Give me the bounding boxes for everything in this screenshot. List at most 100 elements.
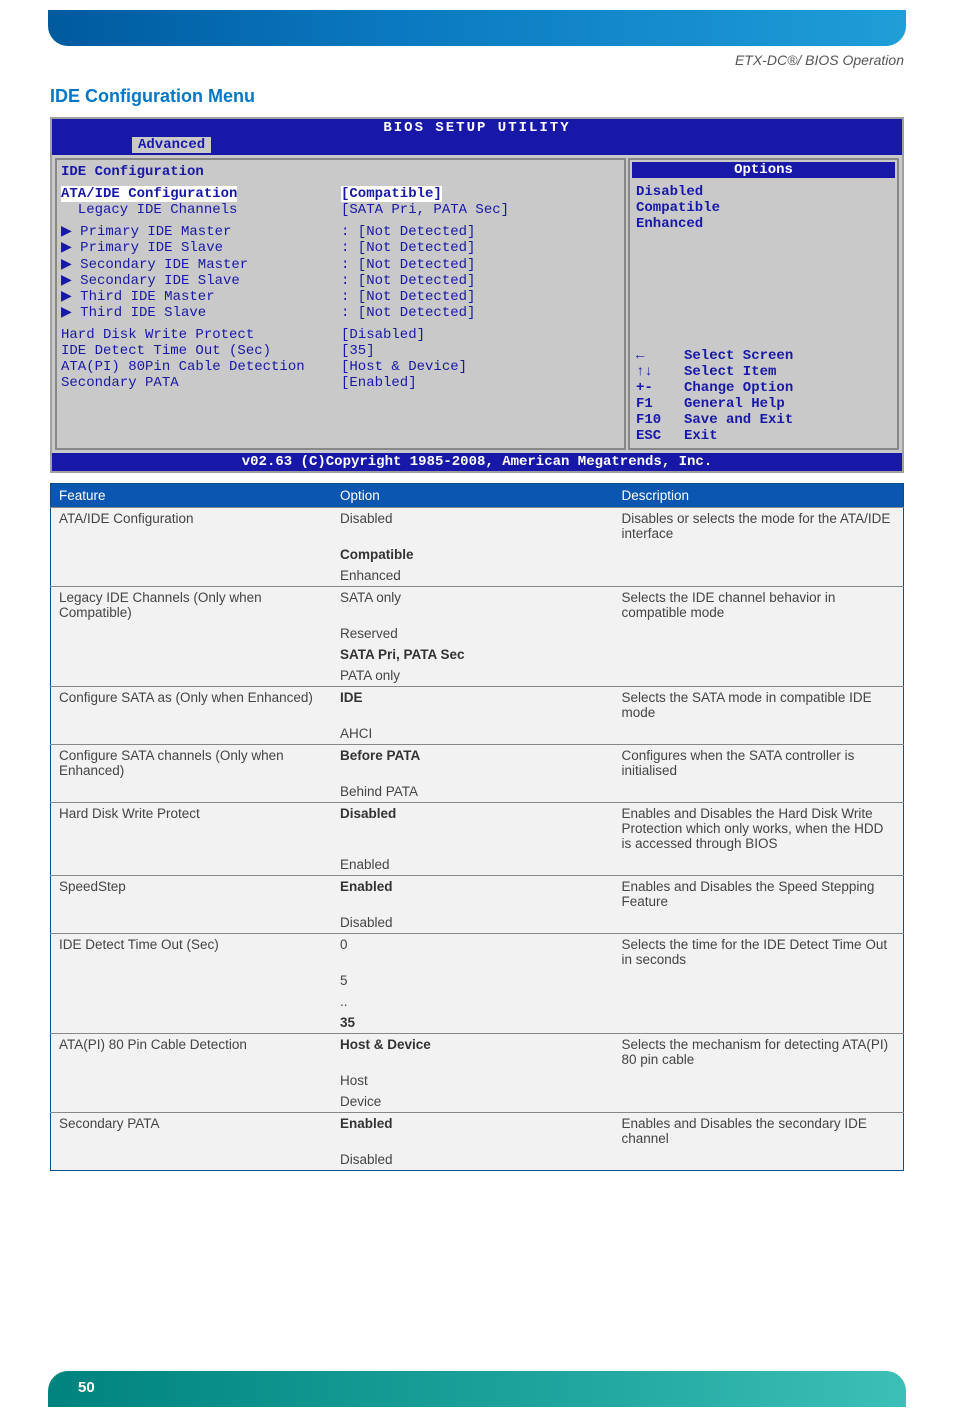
bios-ide-row: ▶ Secondary IDE Slave: [Not Detected] [61, 273, 620, 289]
bios-row-value: [Enabled] [341, 375, 417, 391]
cell-description [613, 912, 903, 934]
page-footer-bar: 50 [48, 1371, 906, 1407]
bios-row-label: Secondary PATA [61, 375, 341, 391]
cell-description [613, 1149, 903, 1171]
cell-feature: Hard Disk Write Protect [51, 803, 332, 855]
cell-description: Disables or selects the mode for the ATA… [613, 508, 903, 545]
bios-help-text: Select Screen [684, 348, 793, 364]
cell-feature [51, 1012, 332, 1034]
bios-help-row: ↑↓Select Item [636, 364, 891, 380]
cell-description: Selects the SATA mode in compatible IDE … [613, 687, 903, 724]
cell-description: Configures when the SATA controller is i… [613, 745, 903, 782]
table-row: Disabled [51, 1149, 904, 1171]
bios-ide-row: ▶ Primary IDE Master: [Not Detected] [61, 224, 620, 240]
bios-row-value: [Compatible] [341, 186, 442, 202]
bios-help-text: Save and Exit [684, 412, 793, 428]
bios-ide-row: ▶ Secondary IDE Master: [Not Detected] [61, 257, 620, 273]
cell-feature: Configure SATA channels (Only when Enhan… [51, 745, 332, 782]
cell-description [613, 781, 903, 803]
table-row: Enhanced [51, 565, 904, 587]
table-row: ATA(PI) 80 Pin Cable DetectionHost & Dev… [51, 1034, 904, 1071]
cell-feature [51, 781, 332, 803]
cell-option: Compatible [332, 544, 613, 565]
bios-tabs: Advanced [52, 137, 902, 155]
bios-row: Hard Disk Write Protect[Disabled] [61, 327, 620, 343]
bios-row-value: [SATA Pri, PATA Sec] [341, 202, 509, 218]
bios-help-text: Exit [684, 428, 718, 444]
bios-options-header: Options [632, 162, 895, 178]
bios-help-text: Change Option [684, 380, 793, 396]
triangle-icon: ▶ [61, 289, 80, 305]
bios-help-key: ↑↓ [636, 364, 684, 380]
col-option: Option [332, 484, 613, 508]
table-row: 35 [51, 1012, 904, 1034]
bios-row-value: [Host & Device] [341, 359, 467, 375]
cell-feature [51, 1091, 332, 1113]
bios-help-row: F1General Help [636, 396, 891, 412]
cell-description: Enables and Disables the secondary IDE c… [613, 1113, 903, 1150]
cell-option: PATA only [332, 665, 613, 687]
bios-title: BIOS SETUP UTILITY [52, 119, 902, 137]
bios-ide-value: : [Not Detected] [341, 273, 475, 289]
cell-feature [51, 723, 332, 745]
table-row: Behind PATA [51, 781, 904, 803]
triangle-icon: ▶ [61, 240, 80, 256]
bios-row-label: ATA/IDE Configuration [61, 186, 341, 202]
bios-help-key: +- [636, 380, 684, 396]
table-row: Configure SATA channels (Only when Enhan… [51, 745, 904, 782]
table-row: Compatible [51, 544, 904, 565]
bios-row-value: [Disabled] [341, 327, 425, 343]
table-row: .. [51, 991, 904, 1012]
cell-option: IDE [332, 687, 613, 724]
table-row: SpeedStepEnabledEnables and Disables the… [51, 876, 904, 913]
bios-help-key: F10 [636, 412, 684, 428]
cell-feature [51, 623, 332, 644]
bios-ide-label: ▶ Third IDE Master [61, 289, 341, 305]
bios-row: Secondary PATA[Enabled] [61, 375, 620, 391]
cell-option: Behind PATA [332, 781, 613, 803]
table-row: Reserved [51, 623, 904, 644]
cell-description: Enables and Disables the Speed Stepping … [613, 876, 903, 913]
cell-feature [51, 565, 332, 587]
table-row: Host [51, 1070, 904, 1091]
cell-description [613, 623, 903, 644]
cell-option: 35 [332, 1012, 613, 1034]
cell-option: Disabled [332, 912, 613, 934]
cell-feature: ATA(PI) 80 Pin Cable Detection [51, 1034, 332, 1071]
bios-help-key: ESC [636, 428, 684, 444]
bios-footer: v02.63 (C)Copyright 1985-2008, American … [52, 453, 902, 471]
cell-option: SATA only [332, 587, 613, 624]
table-row: Legacy IDE Channels (Only when Compatibl… [51, 587, 904, 624]
triangle-icon: ▶ [61, 224, 80, 240]
bios-row: ATA/IDE Configuration[Compatible] [61, 186, 620, 202]
bios-ide-row: ▶ Third IDE Slave: [Not Detected] [61, 305, 620, 321]
bios-help-row: ←Select Screen [636, 348, 891, 364]
page-number: 50 [78, 1379, 95, 1396]
cell-description: Enables and Disables the Hard Disk Write… [613, 803, 903, 855]
bios-right-panel: Options DisabledCompatibleEnhanced ←Sele… [628, 158, 899, 450]
cell-feature [51, 970, 332, 991]
bios-row: ATA(PI) 80Pin Cable Detection[Host & Dev… [61, 359, 620, 375]
cell-option: 0 [332, 934, 613, 971]
cell-feature [51, 644, 332, 665]
col-feature: Feature [51, 484, 332, 508]
bios-help-text: General Help [684, 396, 785, 412]
cell-description [613, 970, 903, 991]
bios-left-panel: IDE Configuration ATA/IDE Configuration[… [55, 158, 626, 450]
bios-ide-row: ▶ Third IDE Master: [Not Detected] [61, 289, 620, 305]
bios-tab-advanced: Advanced [132, 137, 211, 153]
bios-help-key: ← [636, 348, 684, 364]
cell-description [613, 1012, 903, 1034]
cell-feature: Secondary PATA [51, 1113, 332, 1150]
cell-option: SATA Pri, PATA Sec [332, 644, 613, 665]
cell-option: Disabled [332, 803, 613, 855]
cell-option: .. [332, 991, 613, 1012]
table-row: Enabled [51, 854, 904, 876]
bios-ide-label: ▶ Secondary IDE Slave [61, 273, 341, 289]
bios-ide-value: : [Not Detected] [341, 257, 475, 273]
doc-path: ETX-DC®/ BIOS Operation [0, 52, 904, 68]
table-row: Hard Disk Write ProtectDisabledEnables a… [51, 803, 904, 855]
cell-description [613, 991, 903, 1012]
cell-option: Reserved [332, 623, 613, 644]
bios-ide-value: : [Not Detected] [341, 224, 475, 240]
